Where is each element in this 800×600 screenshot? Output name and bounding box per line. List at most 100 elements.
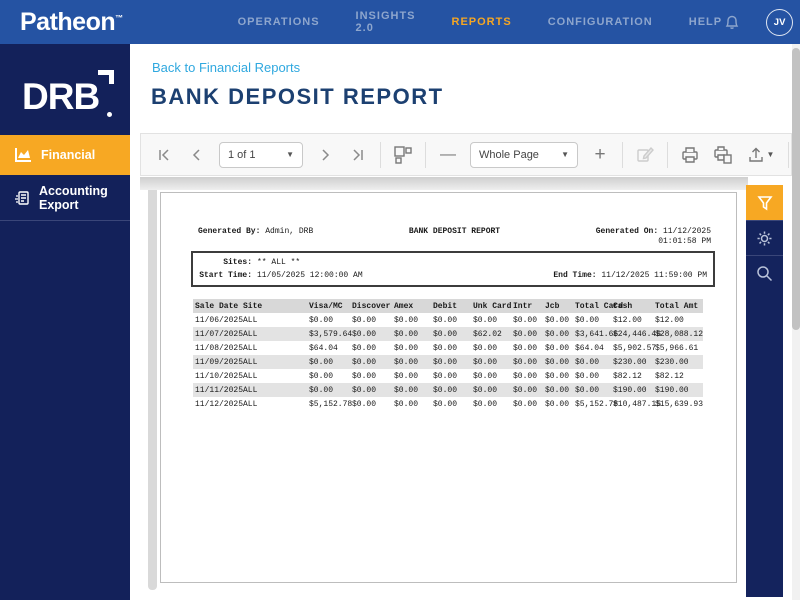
filter-parameters-button[interactable] — [746, 185, 783, 220]
table-cell: 11/12/2025 — [195, 399, 244, 409]
table-column-header: Sale Date — [193, 299, 241, 313]
table-column-header: Cash — [611, 299, 653, 313]
patheon-logo: Patheon™ — [20, 8, 123, 37]
back-to-financial-reports-link[interactable]: Back to Financial Reports — [152, 60, 300, 75]
table-cell: ALL — [243, 399, 258, 409]
table-cell: $0.00 — [394, 357, 419, 367]
table-cell: $190.00 — [613, 385, 647, 395]
table-cell: $5,152.78 — [575, 399, 619, 409]
report-title: BANK DEPOSIT REPORT — [408, 227, 501, 236]
table-column-header: Debit — [431, 299, 471, 313]
chevron-down-icon: ▼ — [286, 150, 294, 159]
print-page-button[interactable] — [712, 144, 734, 166]
multipage-view-button[interactable] — [392, 144, 414, 166]
page-indicator-value: 1 of 1 — [228, 148, 256, 161]
table-cell: $0.00 — [309, 315, 334, 325]
notification-bell-icon[interactable] — [722, 12, 742, 32]
chevron-down-icon: ▼ — [766, 150, 775, 159]
zoom-in-button[interactable]: + — [589, 144, 611, 166]
top-nav-menu: OPERATIONS INSIGHTS 2.0 REPORTS CONFIGUR… — [238, 10, 722, 34]
sidebar-item-accounting-export[interactable]: Accounting Export — [0, 175, 130, 221]
financial-chart-icon — [14, 148, 32, 162]
left-sidebar: DRB Financial Accounting Export — [0, 44, 130, 600]
table-cell: $12.00 — [613, 315, 642, 325]
table-cell: $3,641.66 — [575, 329, 619, 339]
toolbar-separator — [622, 141, 623, 168]
table-header-row: Sale Date Site Visa/MC Discover Amex Debit Unk… — [193, 299, 703, 313]
table-cell: ALL — [243, 371, 258, 381]
table-cell: $5,966.61 — [655, 343, 699, 353]
table-cell: $0.00 — [513, 385, 538, 395]
table-cell: $0.00 — [473, 385, 498, 395]
table-cell: $0.00 — [545, 329, 570, 339]
nav-item-operations[interactable]: OPERATIONS — [238, 16, 320, 28]
zoom-out-button[interactable]: — — [437, 144, 459, 166]
table-column-header: Visa/MC — [307, 299, 350, 313]
edit-report-button-disabled[interactable] — [634, 144, 656, 166]
table-cell: $0.00 — [352, 385, 377, 395]
table-cell: 11/07/2025 — [195, 329, 244, 339]
table-column-header: Total Card — [573, 299, 623, 313]
table-cell: $0.00 — [545, 357, 570, 367]
deposit-table: Sale Date Site Visa/MC Discover Amex Debit Unk… — [193, 299, 703, 411]
toolbar-separator — [425, 141, 426, 168]
app-window: Patheon™ OPERATIONS INSIGHTS 2.0 REPORTS… — [0, 0, 800, 600]
table-row: 11/07/2025 ALL $3,579.64 $0.00 $0.00 $0.00 $62… — [193, 327, 703, 341]
nav-item-configuration[interactable]: CONFIGURATION — [548, 16, 653, 28]
search-panel-button[interactable] — [746, 255, 783, 290]
report-parameters-box: Sites: ** ALL ** Start Time: 11/05/2025 … — [191, 251, 715, 287]
table-cell: $0.00 — [352, 399, 377, 409]
table-cell: $10,487.15 — [613, 399, 662, 409]
scrollbar-thumb[interactable] — [792, 48, 800, 330]
generated-on-time: 01:01:58 PM — [658, 237, 711, 246]
table-cell: $0.00 — [473, 371, 498, 381]
table-cell: 11/10/2025 — [195, 371, 244, 381]
report-page: Generated By: Admin, DRB BANK DEPOSIT RE… — [160, 192, 737, 583]
settings-gear-button[interactable] — [746, 220, 783, 255]
nav-item-help[interactable]: HELP — [689, 16, 722, 28]
table-cell: $0.00 — [394, 329, 419, 339]
accounting-export-icon — [14, 190, 30, 206]
table-cell: $0.00 — [352, 315, 377, 325]
nav-item-reports[interactable]: REPORTS — [452, 16, 512, 28]
viewer-scrollbar[interactable] — [148, 190, 157, 590]
table-cell: $0.00 — [394, 343, 419, 353]
table-cell: $190.00 — [655, 385, 689, 395]
table-cell: $28,088.12 — [655, 329, 704, 339]
table-cell: $0.00 — [309, 371, 334, 381]
first-page-button[interactable] — [153, 144, 175, 166]
nav-item-insights[interactable]: INSIGHTS 2.0 — [356, 10, 416, 34]
table-cell: $62.02 — [473, 329, 502, 339]
zoom-mode-dropdown[interactable]: Whole Page ▼ — [470, 141, 578, 168]
sidebar-item-financial[interactable]: Financial — [0, 135, 130, 175]
print-button[interactable] — [679, 144, 701, 166]
table-cell: $15,639.93 — [655, 399, 704, 409]
chevron-down-icon: ▼ — [561, 150, 569, 159]
table-cell: ALL — [243, 315, 258, 325]
user-avatar[interactable]: JV — [766, 8, 794, 36]
end-time: End Time: 11/12/2025 11:59:00 PM — [553, 269, 707, 282]
table-cell: $0.00 — [575, 371, 600, 381]
main-content: Back to Financial Reports BANK DEPOSIT R… — [130, 44, 800, 600]
table-cell: $5,902.57 — [613, 343, 657, 353]
previous-page-button[interactable] — [186, 144, 208, 166]
page-indicator-dropdown[interactable]: 1 of 1 ▼ — [219, 141, 303, 168]
table-cell: $3,579.64 — [309, 329, 353, 339]
table-cell: $0.00 — [352, 329, 377, 339]
table-cell: $64.04 — [575, 343, 604, 353]
brand-text: Patheon — [20, 7, 116, 36]
table-cell: $0.00 — [394, 371, 419, 381]
page-scrollbar[interactable] — [792, 44, 800, 600]
table-row: 11/06/2025 ALL $0.00 $0.00 $0.00 $0.00 $0.00 $0… — [193, 313, 703, 327]
table-row: 11/11/2025 ALL $0.00 $0.00 $0.00 $0.00 $0.00 $0… — [193, 383, 703, 397]
table-cell: $64.04 — [309, 343, 338, 353]
table-row: 11/09/2025 ALL $0.00 $0.00 $0.00 $0.00 $0.00 $0… — [193, 355, 703, 369]
last-page-button[interactable] — [347, 144, 369, 166]
table-cell: $0.00 — [394, 385, 419, 395]
table-cell: $0.00 — [433, 329, 458, 339]
export-button[interactable]: ▼ — [745, 144, 777, 166]
table-cell: $0.00 — [473, 357, 498, 367]
table-cell: $0.00 — [545, 385, 570, 395]
end-time-value: 11/12/2025 11:59:00 PM — [601, 271, 707, 280]
next-page-button[interactable] — [314, 144, 336, 166]
